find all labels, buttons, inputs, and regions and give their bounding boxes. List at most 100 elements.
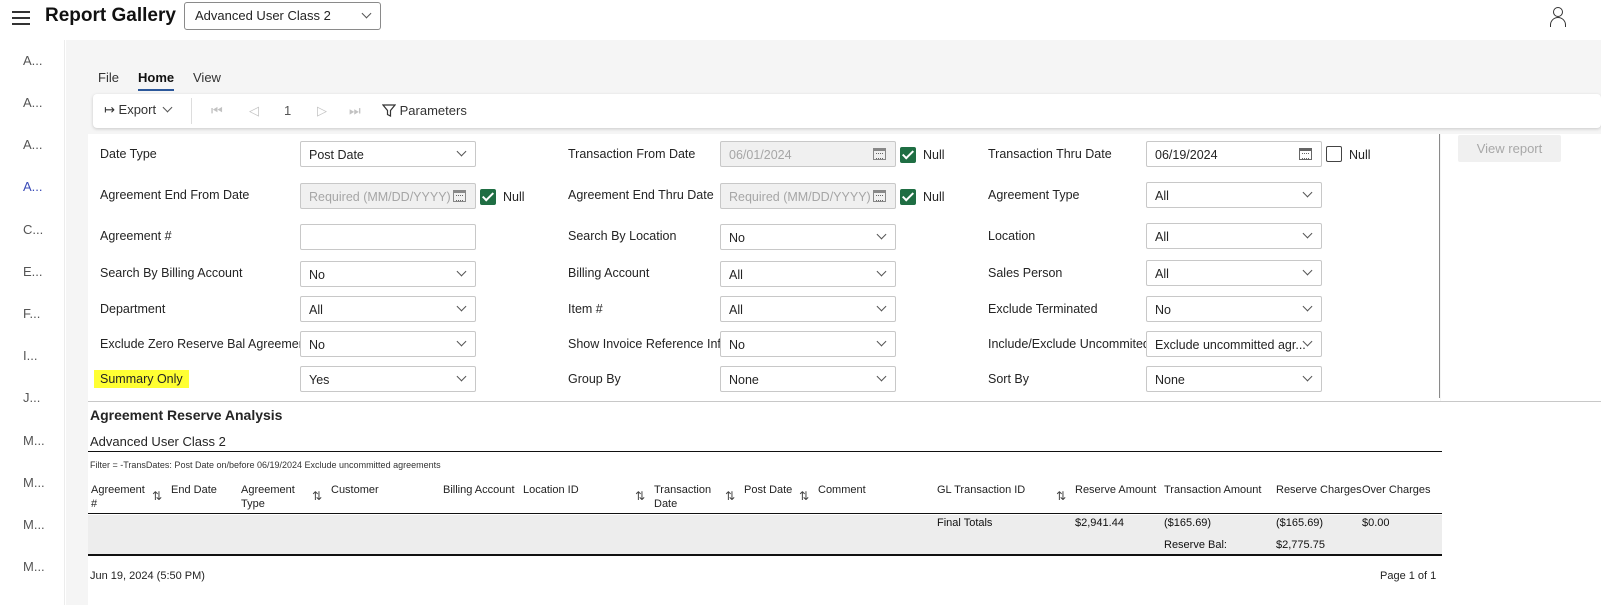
agreement-type-value: All	[1155, 189, 1169, 203]
previous-page-icon[interactable]: ◁	[249, 103, 259, 119]
class-select[interactable]: Advanced User Class 2	[184, 2, 381, 30]
nav-item[interactable]: C...	[23, 222, 43, 237]
nav-item[interactable]: A...	[23, 137, 43, 152]
first-page-icon[interactable]: ⏮	[211, 103, 223, 119]
search-by-billing-select[interactable]: No	[300, 261, 476, 287]
column-header-reserve-charges: Reserve Charges	[1276, 484, 1362, 496]
nav-item[interactable]: E...	[23, 264, 43, 279]
agreement-number-input[interactable]	[300, 224, 476, 250]
location-select[interactable]: All	[1146, 223, 1322, 249]
nav-item[interactable]: M...	[23, 559, 45, 574]
sort-icon[interactable]: ⇅	[799, 489, 809, 503]
column-header-agreement-type: Agreement Type	[241, 484, 295, 510]
nav-item[interactable]: M...	[23, 517, 45, 532]
sales-person-value: All	[1155, 267, 1169, 281]
page-number[interactable]: 1	[284, 103, 291, 118]
calendar-icon[interactable]	[453, 190, 466, 202]
export-label: Export	[118, 102, 157, 117]
exclude-zero-reserve-select[interactable]: No	[300, 331, 476, 357]
include-exclude-uncommited-select[interactable]: Exclude uncommitted agr...	[1146, 331, 1322, 357]
agreement-end-thru-date-field[interactable]: Required (MM/DD/YYYY)	[720, 183, 896, 209]
column-header-end-date: End Date	[171, 484, 217, 496]
location-value: All	[1155, 230, 1169, 244]
nav-item[interactable]: F...	[23, 306, 40, 321]
nav-item[interactable]: J...	[23, 390, 40, 405]
user-icon[interactable]	[1549, 6, 1567, 27]
nav-item[interactable]: I...	[23, 348, 37, 363]
export-button[interactable]: ↦ Export	[104, 102, 173, 118]
exclude-terminated-select[interactable]: No	[1146, 296, 1322, 322]
search-by-location-select[interactable]: No	[720, 224, 896, 250]
total-transaction-amount: ($165.69)	[1164, 517, 1212, 529]
nav-item[interactable]: A...	[23, 53, 43, 68]
agreement-end-thru-null-checkbox[interactable]	[900, 189, 916, 205]
agreement-type-select[interactable]: All	[1146, 182, 1322, 208]
nav-item-active[interactable]: A...	[23, 179, 43, 194]
show-invoice-ref-label: Show Invoice Reference Info	[568, 337, 728, 351]
view-report-panel	[1441, 134, 1601, 402]
transaction-thru-null-checkbox[interactable]	[1326, 146, 1342, 162]
sort-by-select[interactable]: None	[1146, 366, 1322, 392]
transaction-from-null-checkbox[interactable]	[900, 147, 916, 163]
item-number-label: Item #	[568, 302, 603, 316]
sort-icon[interactable]: ⇅	[1056, 489, 1066, 503]
view-report-button[interactable]: View report	[1458, 135, 1561, 162]
show-invoice-ref-select[interactable]: No	[720, 331, 896, 357]
transaction-thru-date-field[interactable]: 06/19/2024	[1146, 141, 1322, 167]
totals-row	[88, 515, 1442, 555]
department-label: Department	[100, 302, 166, 316]
report-body	[88, 401, 1601, 605]
report-page-indicator: Page 1 of 1	[1380, 570, 1437, 582]
sort-icon[interactable]: ⇅	[312, 489, 322, 503]
billing-account-select[interactable]: All	[720, 261, 896, 287]
date-type-label: Date Type	[100, 147, 157, 161]
last-page-icon[interactable]: ⏭	[349, 103, 361, 119]
class-select-value: Advanced User Class 2	[195, 8, 331, 23]
transaction-from-date-field[interactable]: 06/01/2024	[720, 141, 896, 167]
calendar-icon[interactable]	[1299, 148, 1312, 160]
nav-item[interactable]: A...	[23, 95, 43, 110]
column-header-over-charges: Over Charges	[1362, 484, 1431, 496]
billing-account-label: Billing Account	[568, 266, 650, 280]
column-header-reserve-amount: Reserve Amount	[1075, 484, 1157, 496]
summary-only-select[interactable]: Yes	[300, 366, 476, 392]
tab-view[interactable]: View	[193, 70, 221, 85]
chevron-down-icon	[876, 229, 887, 240]
calendar-icon[interactable]	[873, 148, 886, 160]
exclude-terminated-value: No	[1155, 303, 1171, 317]
exclude-terminated-label: Exclude Terminated	[988, 302, 1098, 316]
exclude-zero-reserve-label: Exclude Zero Reserve Bal Agreements	[100, 337, 316, 351]
department-select[interactable]: All	[300, 296, 476, 322]
panel-divider	[1439, 134, 1440, 398]
report-filter-text: Filter = -TransDates: Post Date on/befor…	[90, 460, 441, 470]
report-divider	[88, 401, 1601, 402]
item-number-select[interactable]: All	[720, 296, 896, 322]
sort-icon[interactable]: ⇅	[725, 489, 735, 503]
column-header-comment: Comment	[818, 484, 866, 496]
sort-icon[interactable]: ⇅	[152, 489, 162, 503]
group-by-select[interactable]: None	[720, 366, 896, 392]
null-label: Null	[923, 148, 945, 162]
chevron-down-icon	[876, 371, 887, 382]
group-by-value: None	[729, 373, 759, 387]
sort-icon[interactable]: ⇅	[635, 489, 645, 503]
date-type-select[interactable]: Post Date	[300, 141, 476, 167]
agreement-end-from-null-checkbox[interactable]	[480, 189, 496, 205]
tab-file[interactable]: File	[98, 70, 119, 85]
date-type-value: Post Date	[309, 148, 364, 162]
parameters-button[interactable]: Parameters	[381, 103, 467, 118]
nav-item[interactable]: M...	[23, 475, 45, 490]
agreement-end-from-date-field[interactable]: Required (MM/DD/YYYY)	[300, 183, 476, 209]
nav-item[interactable]: M...	[23, 433, 45, 448]
department-value: All	[309, 303, 323, 317]
hamburger-menu-icon[interactable]	[12, 8, 30, 26]
tab-home[interactable]: Home	[138, 70, 175, 91]
column-header-agreement: Agreement #	[91, 484, 145, 510]
calendar-icon[interactable]	[873, 190, 886, 202]
filter-icon	[381, 104, 397, 117]
summary-only-value: Yes	[309, 373, 330, 387]
include-exclude-uncommited-label: Include/Exclude Uncommited	[988, 337, 1150, 351]
sales-person-select[interactable]: All	[1146, 260, 1322, 286]
next-page-icon[interactable]: ▷	[317, 103, 327, 119]
left-nav: A... A... A... A... C... E... F... I... …	[0, 40, 65, 605]
